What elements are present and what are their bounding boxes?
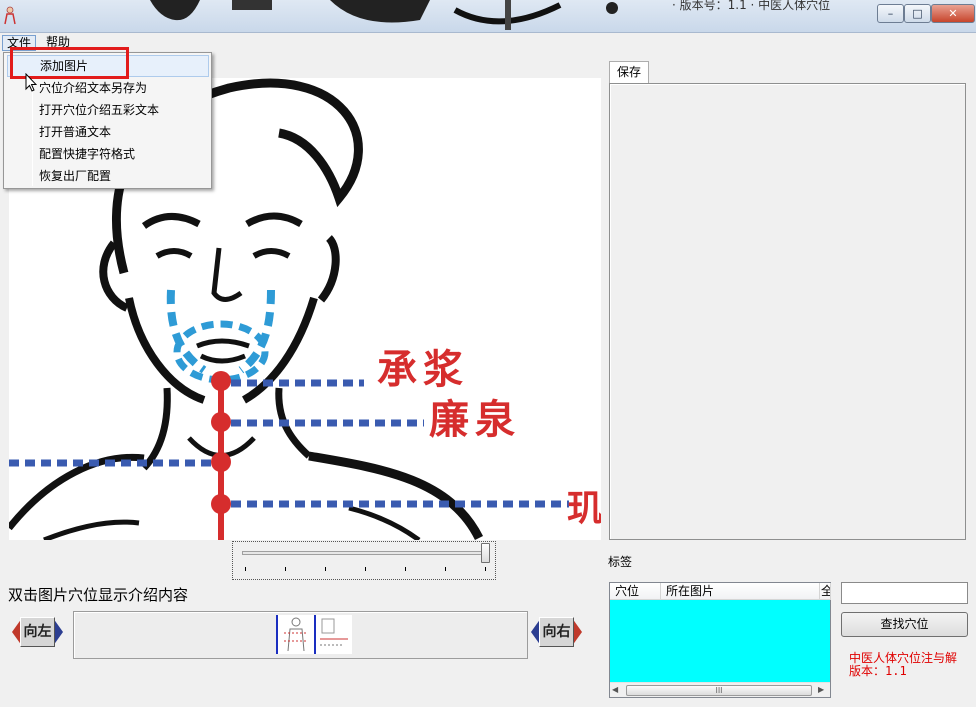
menu-save-intro-as[interactable]: 穴位介绍文本另存为 <box>7 77 209 99</box>
acupoint-label-2: 廉泉 <box>429 396 521 443</box>
thumbnail-2-image <box>320 618 348 646</box>
thumbnail-2[interactable] <box>314 615 352 654</box>
nav-right-label: 向右 <box>539 617 574 647</box>
app-version: 版本：1.1 <box>849 664 907 678</box>
menu-open-color-text[interactable]: 打开穴位介绍五彩文本 <box>7 99 209 121</box>
acupoint-label-1: 承浆 <box>377 346 469 393</box>
maximize-button[interactable]: □ <box>904 4 931 23</box>
acupoint-marker-4 <box>211 494 231 514</box>
thumbnail-strip[interactable] <box>73 611 528 659</box>
nav-right-button[interactable]: 向右 <box>529 616 584 648</box>
slider-tick <box>485 567 486 571</box>
search-input[interactable] <box>841 582 968 604</box>
thumbnail-1-image <box>284 617 308 652</box>
slider-tick <box>245 567 246 571</box>
mouse-cursor-icon <box>25 73 37 92</box>
slider-tick <box>405 567 406 571</box>
window-title: · 版本号：1.1 · 中医人体穴位 <box>672 0 831 12</box>
acupoint-listview[interactable]: 穴位 所在图片 全 ◀ III ▶ <box>609 582 831 698</box>
slider-track <box>242 551 482 555</box>
column-acupoint[interactable]: 穴位 <box>610 583 661 600</box>
acupoint-label-3: 玑 <box>567 487 601 529</box>
scroll-right-icon[interactable]: ▶ <box>818 685 828 695</box>
title-bar[interactable]: · 版本号：1.1 · 中医人体穴位 – □ ✕ <box>0 0 976 33</box>
nav-left-label: 向左 <box>20 617 55 647</box>
menu-config-shortcut-format[interactable]: 配置快捷字符格式 <box>7 143 209 165</box>
slider-tick <box>365 567 366 571</box>
acupoint-marker-3 <box>211 452 231 472</box>
menu-open-plain-text[interactable]: 打开普通文本 <box>7 121 209 143</box>
app-icon <box>4 6 16 25</box>
close-button[interactable]: ✕ <box>931 4 975 23</box>
zoom-slider[interactable] <box>232 541 496 580</box>
slider-thumb[interactable] <box>481 543 490 563</box>
column-image[interactable]: 所在图片 <box>661 583 820 600</box>
thumbnail-1[interactable] <box>276 615 314 654</box>
listview-header: 穴位 所在图片 全 <box>610 583 831 600</box>
save-tab[interactable]: 保存 <box>609 61 649 83</box>
intro-text-panel[interactable] <box>609 83 966 540</box>
scroll-left-icon[interactable]: ◀ <box>612 685 622 695</box>
menu-bar: 文件 帮助 <box>0 34 976 52</box>
hint-text: 双击图片穴位显示介绍内容 <box>8 586 189 604</box>
minimize-button[interactable]: – <box>877 4 904 23</box>
listview-body[interactable] <box>610 600 830 682</box>
slider-tick <box>325 567 326 571</box>
horizontal-scrollbar[interactable]: ◀ III ▶ <box>610 682 830 697</box>
tag-label: 标签 <box>608 555 633 569</box>
search-acupoint-button[interactable]: 查找穴位 <box>841 612 968 637</box>
acupoint-marker-2 <box>211 412 231 432</box>
scroll-thumb[interactable]: III <box>626 685 812 696</box>
slider-tick <box>445 567 446 571</box>
slider-tick <box>285 567 286 571</box>
column-full[interactable]: 全 <box>820 583 831 600</box>
menu-restore-defaults[interactable]: 恢复出厂配置 <box>7 165 209 187</box>
nav-left-button[interactable]: 向左 <box>10 616 65 648</box>
acupoint-marker-1 <box>211 371 231 391</box>
